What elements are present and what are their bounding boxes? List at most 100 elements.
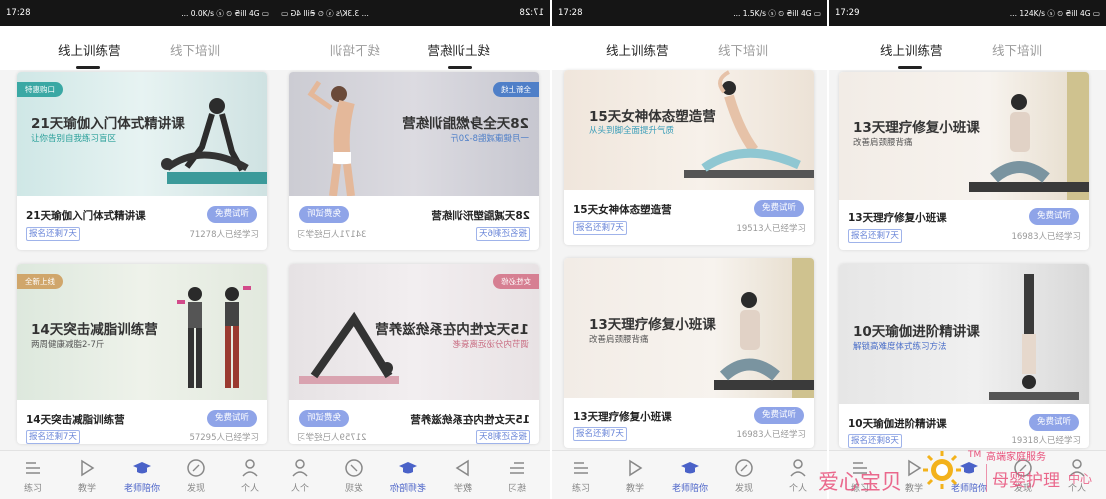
banner-title: 28天全身燃脂训练营: [402, 116, 529, 132]
nav-practice[interactable]: 练习: [554, 451, 608, 499]
tab-offline[interactable]: 线下培训: [992, 40, 1042, 59]
nav-teacher[interactable]: 老师陪你: [663, 451, 717, 499]
tab-online[interactable]: 线上训练营: [58, 40, 121, 59]
status-bar: 17:28 ... 1.5K/s ⓢ ⏲ ₴ill 4G ▭: [552, 0, 827, 26]
course-card[interactable]: 13天理疗修复小班课 改善肩颈腰背痛 13天理疗修复小班课 免费试听 报名还剩7…: [564, 258, 814, 448]
enroll-remaining: 报名还剩6天: [476, 227, 530, 241]
nav-discover[interactable]: 发现: [717, 451, 771, 499]
nav-teaching[interactable]: 教学: [608, 451, 662, 499]
nav-practice[interactable]: 练习: [6, 451, 60, 499]
nav-label: 练习: [571, 484, 590, 494]
nav-label: 老师陪你: [671, 484, 708, 494]
banner-title: 14天突击减脂训练营: [31, 322, 158, 338]
person-icon: [292, 459, 308, 477]
nav-label: 教学: [454, 484, 473, 494]
banner-title: 15天女性内在系统滋养营: [375, 322, 529, 338]
nav-label: 发现: [186, 484, 205, 494]
nav-profile[interactable]: 个人: [275, 451, 327, 499]
status-bar: 17:28 ... 3.3K/s ⓢ ⏲ ₴ill 4G ▭: [275, 0, 550, 26]
tab-offline[interactable]: 线下培训: [170, 40, 220, 59]
banner-subtitle: 解锁高难度体式练习方法: [853, 342, 947, 352]
watermark-divider: [986, 464, 987, 492]
learner-count: 71278人已经学习: [189, 230, 259, 240]
status-time: 17:28: [558, 8, 583, 18]
nav-label: 练习: [508, 484, 527, 494]
sun-logo-icon: [923, 451, 961, 489]
banner-subtitle: 两周健康减脂2-7斤: [31, 340, 105, 350]
status-time: 17:28: [519, 8, 545, 18]
course-card[interactable]: 特惠购口 21天瑜伽入门体式精讲课 让你告别自我练习盲区 21天瑜伽入门体式精讲…: [17, 72, 267, 250]
watermark: 爱心宝贝 TM 高端家庭服务 母婴护理 中心: [812, 444, 1106, 499]
bottom-nav: 练习 教学 老师陪你 发现 个人: [552, 450, 827, 499]
free-trial-button[interactable]: 免费试听: [754, 407, 804, 424]
practice-icon: [26, 462, 40, 474]
practice-icon: [574, 462, 588, 474]
graduation-cap-icon: [399, 462, 417, 474]
banner-title: 15天女神体态塑造营: [589, 109, 716, 125]
learner-count: 16983人已经学习: [1011, 232, 1081, 242]
screen-4: 17:29 ... 124K/s ⓢ ⏲ ₴ill 4G ▭ 线上训练营 线下培…: [829, 0, 1106, 499]
free-trial-button[interactable]: 免费试听: [299, 410, 349, 427]
screen-3: 17:28 ... 1.5K/s ⓢ ⏲ ₴ill 4G ▭ 线上训练营 线下培…: [552, 0, 827, 499]
course-banner: 15天女神体态塑造营 从头到脚全面提升气质: [564, 70, 814, 190]
course-card[interactable]: 全新上线 28天全身燃脂训练营 一月健康减脂8-20斤 28天减脂塑形训练营 免…: [289, 72, 539, 250]
free-trial-button[interactable]: 免费试听: [1029, 414, 1079, 431]
nav-label: 练习: [23, 484, 42, 494]
nav-practice[interactable]: 练习: [490, 451, 544, 499]
watermark-center-text: 中心: [1068, 472, 1093, 486]
nav-teaching[interactable]: 教学: [436, 451, 490, 499]
screen-2-mirrored: 17:28 ... 3.3K/s ⓢ ⏲ ₴ill 4G ▭ 线上训练营 线下培…: [275, 0, 550, 499]
person-icon: [790, 459, 806, 477]
free-trial-button[interactable]: 免费试听: [299, 206, 349, 223]
play-icon: [629, 459, 643, 477]
course-title: 10天瑜伽进阶精讲课: [848, 418, 947, 430]
nav-label: 教学: [625, 484, 644, 494]
course-card[interactable]: 全新上线 14天突击减脂训练营 两周健康减脂2-7斤 14天突击减脂训练营 免费…: [17, 264, 267, 444]
course-card[interactable]: 10天瑜伽进阶精讲课 解锁高难度体式练习方法 10天瑜伽进阶精讲课 免费试听 报…: [839, 264, 1089, 448]
course-card[interactable]: 13天理疗修复小班课 改善肩颈腰背痛 13天理疗修复小班课 免费试听 报名还剩7…: [839, 72, 1089, 250]
tab-offline[interactable]: 线下培训: [718, 40, 768, 59]
nav-discover[interactable]: 发现: [169, 451, 223, 499]
nav-label: 教学: [77, 484, 96, 494]
course-banner: 全新上线 14天突击减脂训练营 两周健康减脂2-7斤: [17, 264, 267, 400]
tab-bar: 线上训练营 线下培训: [552, 26, 827, 70]
status-indicators: ... 124K/s ⓢ ⏲ ₴ill 4G ▭: [1009, 8, 1100, 18]
compass-icon: [735, 459, 753, 477]
status-bar: 17:28 ... 0.0K/s ⓢ ⏲ ₴ill 4G ▭: [0, 0, 275, 26]
learner-count: 19513人已经学习: [736, 224, 806, 234]
course-banner: 全新上线 28天全身燃脂训练营 一月健康减脂8-20斤: [289, 72, 539, 196]
nav-profile[interactable]: 个人: [223, 451, 275, 499]
tab-online[interactable]: 线上训练营: [606, 40, 669, 59]
tab-indicator: [448, 66, 472, 69]
tab-indicator: [898, 66, 922, 69]
course-banner: 特惠购口 21天瑜伽入门体式精讲课 让你告别自我练习盲区: [17, 72, 267, 196]
banner-subtitle: 从头到脚全面提升气质: [589, 126, 675, 136]
course-title: 14天突击减脂训练营: [26, 414, 125, 426]
banner-subtitle: 改善肩颈腰背痛: [589, 335, 649, 345]
nav-label: 个人: [240, 484, 259, 494]
enroll-remaining: 报名还剩7天: [848, 229, 902, 243]
tab-online[interactable]: 线上训练营: [880, 40, 943, 59]
enroll-remaining: 报名还剩8天: [476, 430, 530, 444]
nav-teaching[interactable]: 教学: [60, 451, 114, 499]
course-card[interactable]: 女性必修 15天女性内在系统滋养营 调节内分泌远离衰老 15天女性内在系统滋养营…: [289, 264, 539, 444]
watermark-service-text: 高端家庭服务: [986, 452, 1046, 463]
free-trial-button[interactable]: 免费试听: [754, 200, 804, 217]
free-trial-button[interactable]: 免费试听: [207, 410, 257, 427]
course-title: 13天理疗修复小班课: [573, 411, 672, 423]
person-icon: [242, 459, 258, 477]
nav-teacher[interactable]: 老师陪你: [381, 451, 435, 499]
course-card[interactable]: 15天女神体态塑造营 从头到脚全面提升气质 15天女神体态塑造营 免费试听 报名…: [564, 70, 814, 245]
compass-icon: [187, 459, 205, 477]
banner-title: 13天理疗修复小班课: [853, 120, 980, 136]
free-trial-button[interactable]: 免费试听: [207, 206, 257, 223]
nav-discover[interactable]: 发现: [327, 451, 381, 499]
tab-offline[interactable]: 线下培训: [330, 40, 380, 59]
banner-title: 21天瑜伽入门体式精讲课: [31, 116, 185, 132]
practice-icon: [510, 462, 524, 474]
learner-count: 21759人已经学习: [297, 433, 367, 443]
tab-online[interactable]: 线上训练营: [427, 40, 490, 59]
nav-teacher[interactable]: 老师陪你: [115, 451, 169, 499]
course-tag: 全新上线: [493, 82, 539, 97]
free-trial-button[interactable]: 免费试听: [1029, 208, 1079, 225]
